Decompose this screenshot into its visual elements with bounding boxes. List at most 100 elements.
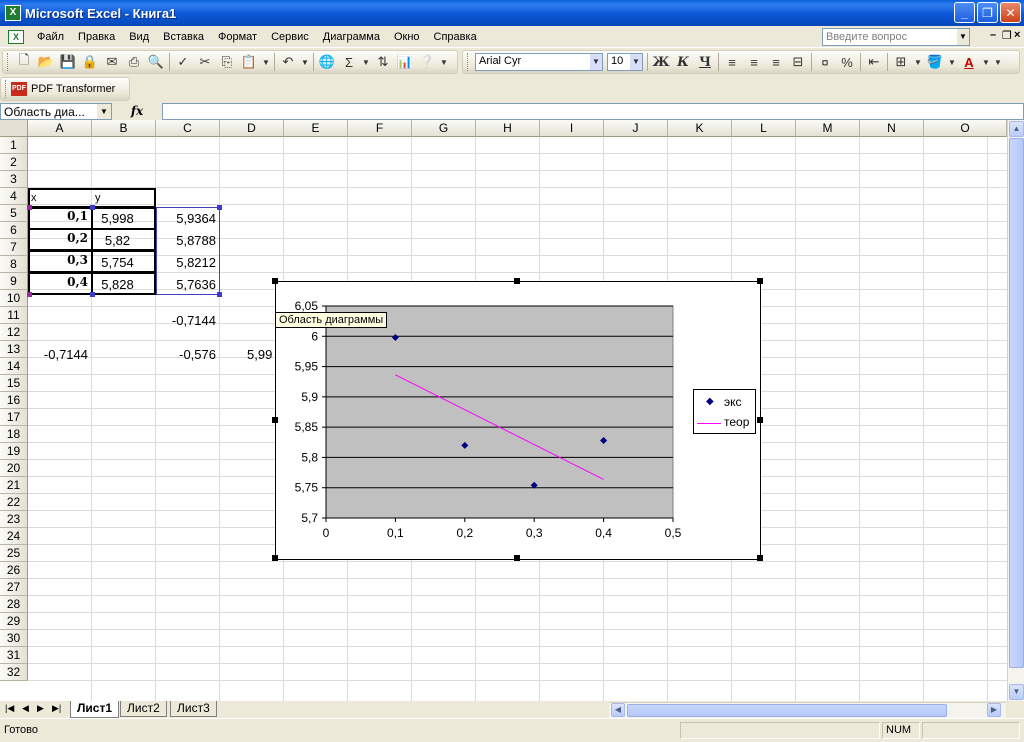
sort-ascending-icon[interactable]: ⇅	[372, 51, 394, 73]
permission-icon[interactable]: 🔒	[79, 51, 101, 73]
name-box[interactable]: Область диа... ▼	[0, 102, 112, 120]
toolbar-grip[interactable]	[467, 53, 470, 71]
email-icon[interactable]: ✉	[101, 51, 123, 73]
percent-button[interactable]: %	[836, 51, 858, 73]
paste-dropdown-icon[interactable]: ▼	[260, 51, 272, 73]
cell-b5[interactable]: 5,998	[93, 210, 145, 227]
row-header-18[interactable]: 18	[0, 426, 28, 443]
close-button[interactable]: ✕	[1000, 2, 1021, 23]
row-header-20[interactable]: 20	[0, 460, 28, 477]
chart-resize-handle[interactable]	[757, 555, 763, 561]
help-icon[interactable]: ❔	[416, 51, 438, 73]
cell-a7[interactable]: 0,3	[29, 252, 91, 269]
fill-color-dropdown-icon[interactable]: ▼	[946, 51, 958, 73]
cell-a5[interactable]: 0,1	[29, 208, 91, 225]
cell-d12[interactable]: 5,99	[247, 346, 277, 363]
title-bar[interactable]: X Microsoft Excel - Книга1 _ ❐ ✕	[0, 0, 1024, 26]
row-header-6[interactable]: 6	[0, 222, 28, 239]
row-header-11[interactable]: 11	[0, 307, 28, 324]
cell-a4[interactable]: x	[29, 190, 91, 207]
print-preview-icon[interactable]: 🔍	[145, 51, 167, 73]
column-header-e[interactable]: E	[284, 120, 348, 137]
doc-close-button[interactable]: ×	[1014, 29, 1020, 41]
print-icon[interactable]: ⎙	[123, 51, 145, 73]
menu-format[interactable]: Формат	[211, 31, 264, 43]
row-header-1[interactable]: 1	[0, 137, 28, 154]
column-header-j[interactable]: J	[604, 120, 668, 137]
cut-icon[interactable]: ✂	[194, 51, 216, 73]
cell-b6[interactable]: 5,82	[93, 232, 145, 249]
column-header-g[interactable]: G	[412, 120, 476, 137]
row-header-5[interactable]: 5	[0, 205, 28, 222]
spelling-icon[interactable]: ✓	[172, 51, 194, 73]
chevron-down-icon[interactable]: ▼	[590, 54, 602, 70]
row-header-28[interactable]: 28	[0, 596, 28, 613]
range-handle[interactable]	[217, 292, 222, 297]
insert-function-icon[interactable]: fx	[112, 104, 162, 118]
cell-b8[interactable]: 5,828	[93, 276, 145, 293]
cell-c10[interactable]: -0,7144	[157, 312, 219, 329]
chart-resize-handle[interactable]	[272, 555, 278, 561]
undo-icon[interactable]: ↶	[277, 51, 299, 73]
column-header-i[interactable]: I	[540, 120, 604, 137]
vertical-scroll-thumb[interactable]	[1009, 138, 1024, 668]
autosum-dropdown-icon[interactable]: ▼	[360, 51, 372, 73]
row-header-9[interactable]: 9	[0, 273, 28, 290]
toolbar-grip[interactable]	[7, 53, 10, 71]
column-header-c[interactable]: C	[156, 120, 220, 137]
decrease-indent-icon[interactable]: ⇤	[863, 51, 885, 73]
align-right-icon[interactable]: ≡	[765, 51, 787, 73]
open-icon[interactable]: 📂	[35, 51, 57, 73]
chart-resize-handle[interactable]	[514, 278, 520, 284]
chart-wizard-icon[interactable]: 📊	[394, 51, 416, 73]
hyperlink-icon[interactable]: 🌐	[316, 51, 338, 73]
font-color-dropdown-icon[interactable]: ▼	[980, 51, 992, 73]
font-color-button[interactable]: A	[958, 51, 980, 73]
menu-edit[interactable]: Правка	[71, 31, 122, 43]
row-header-19[interactable]: 19	[0, 443, 28, 460]
scroll-right-icon[interactable]: ▶	[987, 703, 1001, 717]
align-left-icon[interactable]: ≡	[721, 51, 743, 73]
column-header-k[interactable]: K	[668, 120, 732, 137]
menu-window[interactable]: Окно	[387, 31, 427, 43]
italic-button[interactable]: К	[672, 51, 694, 73]
toolbar-options-icon[interactable]: ▼	[992, 51, 1004, 73]
align-center-icon[interactable]: ≡	[743, 51, 765, 73]
row-header-30[interactable]: 30	[0, 630, 28, 647]
row-header-2[interactable]: 2	[0, 154, 28, 171]
scroll-down-icon[interactable]: ▼	[1009, 684, 1024, 700]
range-handle[interactable]	[27, 292, 32, 297]
row-header-4[interactable]: 4	[0, 188, 28, 205]
row-header-14[interactable]: 14	[0, 358, 28, 375]
cell-c7[interactable]: 5,8212	[157, 254, 219, 271]
column-header-b[interactable]: B	[92, 120, 156, 137]
menu-chart[interactable]: Диаграмма	[316, 31, 387, 43]
row-header-31[interactable]: 31	[0, 647, 28, 664]
help-dropdown-icon[interactable]: ▼	[957, 29, 969, 45]
cell-a12[interactable]: -0,7144	[29, 346, 91, 363]
doc-minimize-button[interactable]: –	[990, 29, 996, 41]
fill-color-icon[interactable]: 🪣	[924, 51, 946, 73]
doc-restore-button[interactable]: ❐	[1002, 29, 1012, 42]
row-header-23[interactable]: 23	[0, 511, 28, 528]
cell-b7[interactable]: 5,754	[93, 254, 145, 271]
menu-help[interactable]: Справка	[427, 31, 484, 43]
cell-c8[interactable]: 5,7636	[157, 276, 219, 293]
cell-c6[interactable]: 5,8788	[157, 232, 219, 249]
column-header-d[interactable]: D	[220, 120, 284, 137]
menu-tools[interactable]: Сервис	[264, 31, 316, 43]
borders-dropdown-icon[interactable]: ▼	[912, 51, 924, 73]
toolbar-grip[interactable]	[5, 80, 8, 98]
help-question-input[interactable]: Введите вопрос ▼	[822, 28, 970, 46]
undo-dropdown-icon[interactable]: ▼	[299, 51, 311, 73]
row-header-27[interactable]: 27	[0, 579, 28, 596]
vertical-scrollbar[interactable]: ▲ ▼	[1007, 120, 1024, 701]
chart-resize-handle[interactable]	[757, 278, 763, 284]
row-header-13[interactable]: 13	[0, 341, 28, 358]
underline-button[interactable]: Ч	[694, 51, 716, 73]
chart-resize-handle[interactable]	[272, 417, 278, 423]
horizontal-scrollbar[interactable]: ◀ ▶	[609, 702, 1006, 718]
cell-c5[interactable]: 5,9364	[157, 210, 219, 227]
column-header-f[interactable]: F	[348, 120, 412, 137]
chart-resize-handle[interactable]	[272, 278, 278, 284]
